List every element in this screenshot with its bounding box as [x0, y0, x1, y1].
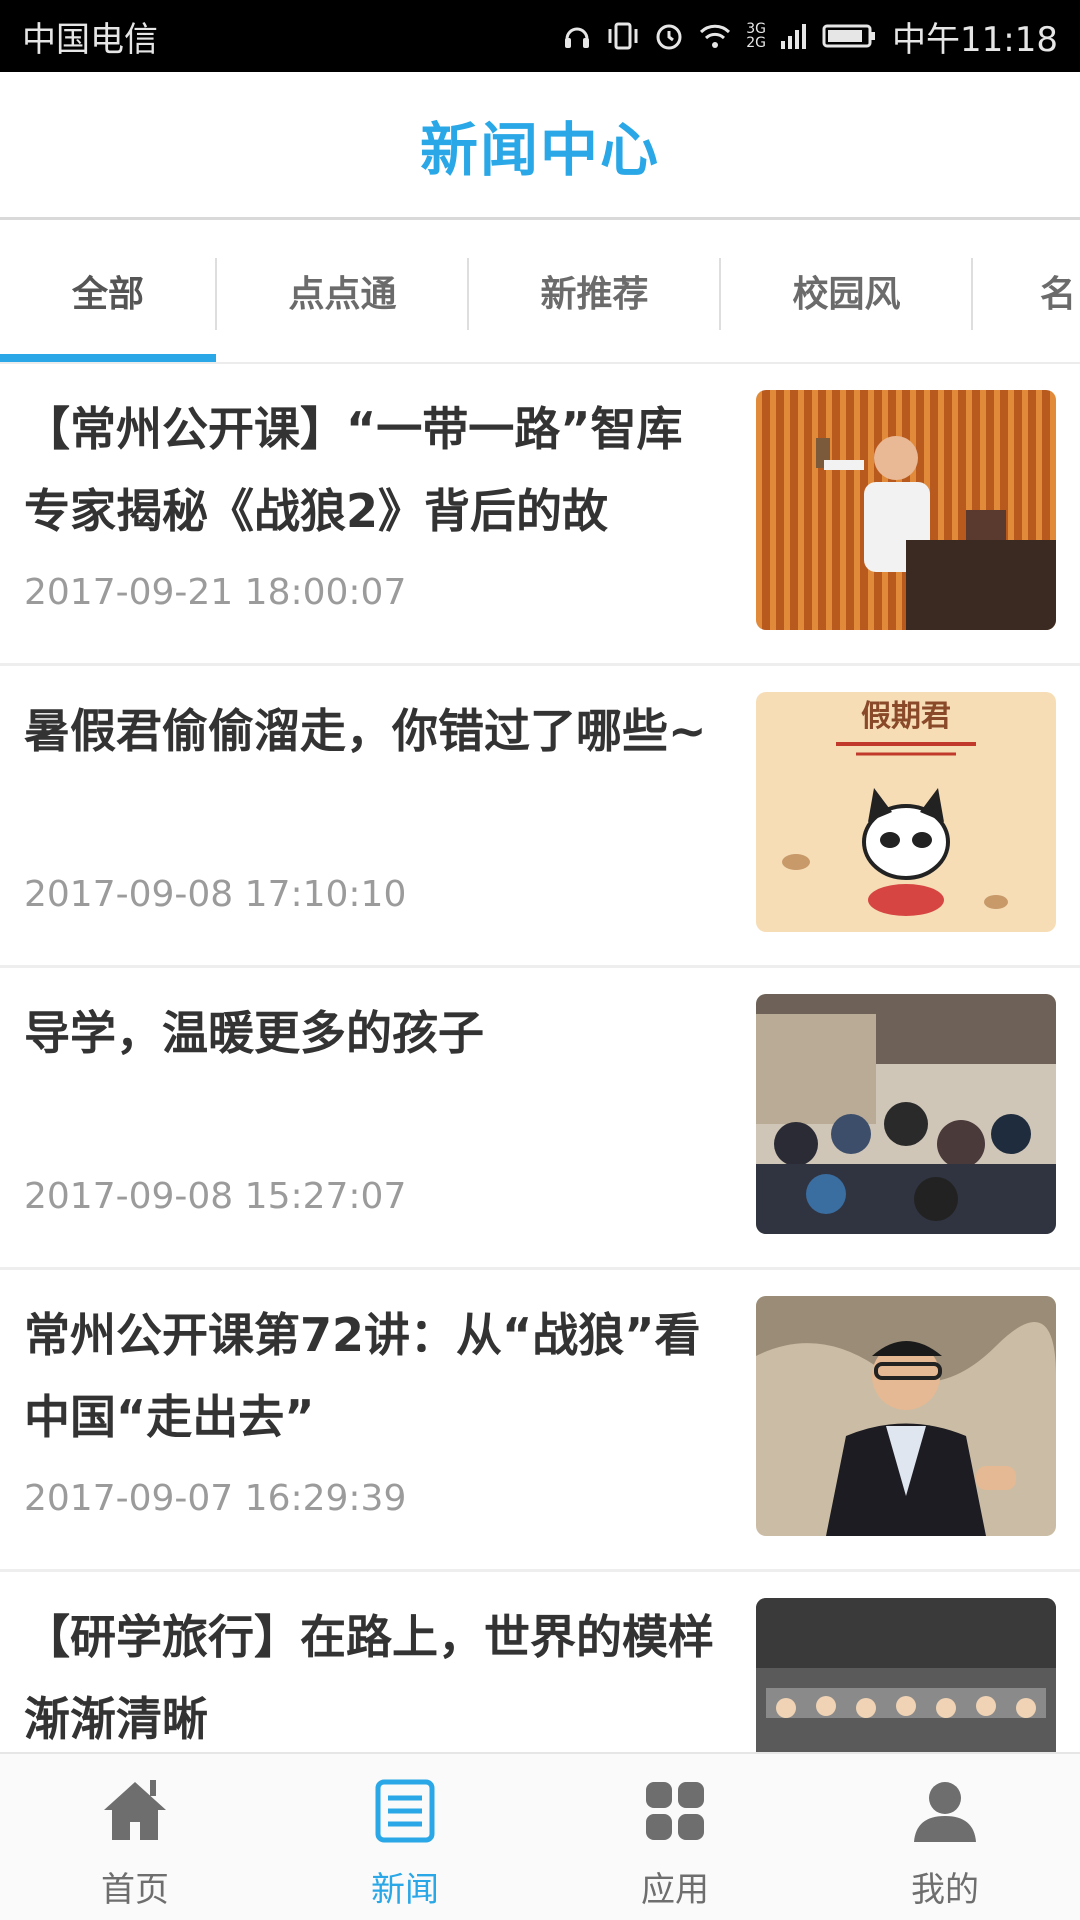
- news-date: 2017-09-07 16:29:39: [24, 1478, 407, 1519]
- active-tab-indicator: [0, 354, 216, 362]
- wifi-icon: [698, 21, 732, 51]
- news-item[interactable]: 【常州公开课】“一带一路”智库专家揭秘《战狼2》背后的故 2017-09-21 …: [0, 364, 1080, 666]
- nav-news[interactable]: 新闻: [270, 1754, 540, 1920]
- news-thumbnail: [756, 1296, 1056, 1536]
- alarm-icon: [654, 21, 684, 51]
- news-date: 2017-09-21 18:00:07: [24, 572, 407, 613]
- vibrate-icon: [606, 21, 640, 51]
- news-date: 2017-09-08 15:27:07: [24, 1176, 407, 1217]
- signal-icon: [780, 21, 808, 51]
- news-thumbnail: 假期君: [756, 692, 1056, 932]
- tab-all[interactable]: 全部: [0, 220, 216, 362]
- page-title: 新闻中心: [419, 115, 660, 184]
- person-icon: [910, 1776, 980, 1846]
- tab-more[interactable]: 名: [1040, 220, 1080, 362]
- news-title: 【常州公开课】“一带一路”智库专家揭秘《战狼2》背后的故: [24, 402, 683, 538]
- nav-label: 应用: [641, 1870, 709, 1910]
- news-thumbnail: [756, 994, 1056, 1234]
- carrier-name: 中国电信: [22, 19, 158, 60]
- news-title: 【研学旅行】在路上，世界的模样渐渐清晰: [24, 1610, 714, 1746]
- clock: 中午11:18: [892, 19, 1058, 60]
- news-title: 常州公开课第72讲：从“战狼”看中国“走出去”: [24, 1308, 701, 1444]
- nav-apps[interactable]: 应用: [540, 1754, 810, 1920]
- news-item[interactable]: 导学，温暖更多的孩子 2017-09-08 15:27:07: [0, 968, 1080, 1270]
- status-bar: 中国电信 3G 2G 中午11:18: [0, 0, 1080, 72]
- tab-recommend[interactable]: 新推荐: [469, 220, 720, 362]
- news-icon: [370, 1776, 440, 1846]
- home-icon: [100, 1776, 170, 1846]
- news-list: 【常州公开课】“一带一路”智库专家揭秘《战狼2》背后的故 2017-09-21 …: [0, 364, 1080, 1752]
- nav-me[interactable]: 我的: [810, 1754, 1080, 1920]
- news-item[interactable]: 暑假君偷偷溜走，你错过了哪些~ 2017-09-08 17:10:10 假期君: [0, 666, 1080, 968]
- apps-grid-icon: [640, 1776, 710, 1846]
- network-type: 3G 2G: [746, 21, 767, 51]
- news-title: 导学，温暖更多的孩子: [24, 1006, 484, 1060]
- tab-campus[interactable]: 校园风: [721, 220, 972, 362]
- app-header: 新闻中心: [0, 72, 1080, 220]
- thumb-text: 假期君: [861, 699, 951, 734]
- news-date: 2017-09-08 17:10:10: [24, 874, 407, 915]
- bottom-nav: 首页 新闻 应用 我的: [0, 1752, 1080, 1920]
- nav-label: 我的: [911, 1870, 979, 1910]
- tab-divider: [971, 258, 973, 330]
- nav-home[interactable]: 首页: [0, 1754, 270, 1920]
- nav-label: 首页: [101, 1870, 169, 1910]
- news-item[interactable]: 常州公开课第72讲：从“战狼”看中国“走出去” 2017-09-07 16:29…: [0, 1270, 1080, 1572]
- news-thumbnail: [756, 390, 1056, 630]
- nav-label: 新闻: [371, 1870, 439, 1910]
- battery-icon: [822, 21, 878, 51]
- news-title: 暑假君偷偷溜走，你错过了哪些~: [24, 704, 707, 758]
- headset-icon: [562, 21, 592, 51]
- tab-diandiantong[interactable]: 点点通: [217, 220, 468, 362]
- news-thumbnail: [756, 1598, 1056, 1752]
- category-tabs: 全部 点点通 新推荐 校园风 名: [0, 220, 1080, 364]
- news-item[interactable]: 【研学旅行】在路上，世界的模样渐渐清晰: [0, 1572, 1080, 1752]
